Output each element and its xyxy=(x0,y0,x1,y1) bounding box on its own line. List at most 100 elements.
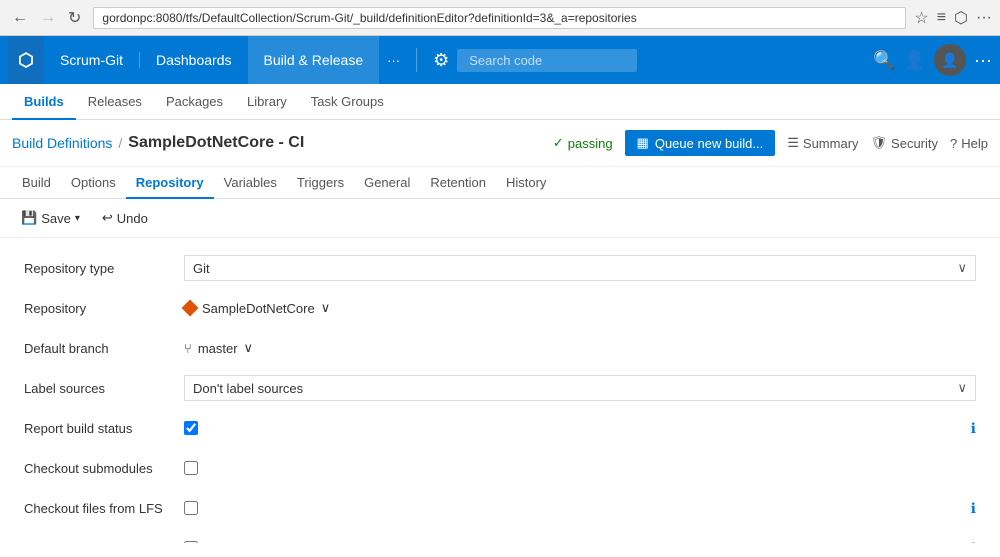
shield-icon: 🛡 xyxy=(871,135,888,151)
default-branch-label: Default branch xyxy=(24,341,184,356)
repo-type-label: Repository type xyxy=(24,261,184,276)
queue-icon: ▦ xyxy=(637,135,649,151)
def-tab-retention[interactable]: Retention xyxy=(420,167,496,199)
check-icon: ✓ xyxy=(553,135,564,151)
undo-button[interactable]: ↩ Undo xyxy=(93,205,157,231)
org-name[interactable]: Scrum-Git xyxy=(44,52,140,68)
branch-icon: ⑂ xyxy=(184,341,192,356)
branch-value-display[interactable]: ⑂ master ∨ xyxy=(184,340,976,356)
nav-more[interactable]: ··· xyxy=(379,53,408,68)
search-input[interactable] xyxy=(457,49,637,72)
queue-label: Queue new build... xyxy=(655,136,763,151)
browser-nav: ← → ↻ xyxy=(8,6,85,30)
report-build-label: Report build status xyxy=(24,421,184,436)
save-arrow-icon: ▾ xyxy=(75,213,80,224)
dont-sync-row: Don't sync sources ℹ xyxy=(24,534,976,543)
browser-bar: ← → ↻ gordonpc:8080/tfs/DefaultCollectio… xyxy=(0,0,1000,36)
top-more-icon[interactable]: ··· xyxy=(974,50,992,71)
checkout-lfs-info-icon[interactable]: ℹ xyxy=(971,500,976,517)
url-text: gordonpc:8080/tfs/DefaultCollection/Scru… xyxy=(102,11,636,25)
repository-name: SampleDotNetCore xyxy=(202,301,315,316)
def-tab-build[interactable]: Build xyxy=(12,167,61,199)
queue-build-button[interactable]: ▦ Queue new build... xyxy=(625,130,776,156)
summary-link[interactable]: ☰ Summary xyxy=(787,135,858,151)
label-sources-value: Don't label sources xyxy=(193,381,303,396)
save-icon: 💾 xyxy=(21,210,37,226)
repo-dropdown-icon: ∨ xyxy=(321,300,331,316)
label-sources-arrow-icon: ∨ xyxy=(957,380,967,396)
default-branch-control: ⑂ master ∨ xyxy=(184,340,976,356)
label-sources-control: Don't label sources ∨ xyxy=(184,375,976,401)
forward-button[interactable]: → xyxy=(36,7,60,29)
right-icons: 🔍 👤 👤 ··· xyxy=(873,44,992,76)
address-bar[interactable]: gordonpc:8080/tfs/DefaultCollection/Scru… xyxy=(93,7,906,29)
menu-icon[interactable]: ≡ xyxy=(937,9,946,27)
page-title: SampleDotNetCore - CI xyxy=(128,134,304,152)
tab-packages[interactable]: Packages xyxy=(154,84,235,120)
def-tab-variables[interactable]: Variables xyxy=(214,167,287,199)
checkout-submodules-checkbox[interactable] xyxy=(184,461,198,475)
nav-build-release[interactable]: Build & Release xyxy=(248,36,380,84)
logo: ⬡ xyxy=(8,36,44,84)
bookmark-icon[interactable]: ☆ xyxy=(914,8,928,28)
nav-links: Dashboards Build & Release ··· xyxy=(140,36,408,84)
checkout-lfs-label: Checkout files from LFS xyxy=(24,501,184,516)
dont-sync-checkbox[interactable] xyxy=(184,541,198,543)
undo-label: Undo xyxy=(117,211,148,226)
def-tab-history[interactable]: History xyxy=(496,167,556,199)
repository-row: Repository SampleDotNetCore ∨ xyxy=(24,294,976,322)
label-sources-label: Label sources xyxy=(24,381,184,396)
def-tab-general[interactable]: General xyxy=(354,167,420,199)
breadcrumb-separator: / xyxy=(118,135,122,151)
report-build-info-icon[interactable]: ℹ xyxy=(971,420,976,437)
tab-releases[interactable]: Releases xyxy=(76,84,154,120)
refresh-button[interactable]: ↻ xyxy=(64,6,85,30)
tab-builds[interactable]: Builds xyxy=(12,84,76,120)
sub-nav: Builds Releases Packages Library Task Gr… xyxy=(0,84,1000,120)
user-icon[interactable]: 👤 xyxy=(904,50,926,71)
label-sources-select[interactable]: Don't label sources ∨ xyxy=(184,375,976,401)
security-link[interactable]: 🛡 Security xyxy=(871,135,938,151)
browser-icons: ☆ ≡ ⬡ ··· xyxy=(914,8,992,28)
repository-control: SampleDotNetCore ∨ xyxy=(184,300,976,316)
share-icon[interactable]: ⬡ xyxy=(954,8,968,28)
nav-dashboards[interactable]: Dashboards xyxy=(140,36,248,84)
repo-type-control: Git ∨ xyxy=(184,255,976,281)
back-button[interactable]: ← xyxy=(8,7,32,29)
def-tab-repository[interactable]: Repository xyxy=(126,167,214,199)
repository-value-display[interactable]: SampleDotNetCore ∨ xyxy=(184,300,976,316)
toolbar: 💾 Save ▾ ↩ Undo xyxy=(0,199,1000,238)
search-icon[interactable]: 🔍 xyxy=(873,50,895,71)
logo-icon: ⬡ xyxy=(18,50,34,71)
settings-icon[interactable]: ⚙ xyxy=(425,50,457,71)
checkout-lfs-checkbox[interactable] xyxy=(184,501,198,515)
page-header: Build Definitions / SampleDotNetCore - C… xyxy=(0,120,1000,167)
help-icon: ? xyxy=(950,136,957,151)
label-sources-row: Label sources Don't label sources ∨ xyxy=(24,374,976,402)
breadcrumb: Build Definitions / SampleDotNetCore - C… xyxy=(12,134,304,152)
repo-diamond-icon xyxy=(182,300,199,317)
form-content: Repository type Git ∨ Repository SampleD… xyxy=(0,238,1000,543)
tab-task-groups[interactable]: Task Groups xyxy=(299,84,396,120)
help-link[interactable]: ? Help xyxy=(950,136,988,151)
avatar[interactable]: 👤 xyxy=(934,44,966,76)
top-nav: ⬡ Scrum-Git Dashboards Build & Release ·… xyxy=(0,36,1000,84)
def-tabs: Build Options Repository Variables Trigg… xyxy=(0,167,1000,199)
checkout-submodules-control xyxy=(184,461,976,475)
def-tab-options[interactable]: Options xyxy=(61,167,126,199)
repo-type-value: Git xyxy=(193,261,210,276)
tab-library[interactable]: Library xyxy=(235,84,299,120)
summary-icon: ☰ xyxy=(787,135,799,151)
checkout-lfs-control xyxy=(184,501,963,515)
dont-sync-info-icon[interactable]: ℹ xyxy=(971,540,976,544)
report-build-checkbox[interactable] xyxy=(184,421,198,435)
repo-type-select[interactable]: Git ∨ xyxy=(184,255,976,281)
def-tab-triggers[interactable]: Triggers xyxy=(287,167,354,199)
breadcrumb-link[interactable]: Build Definitions xyxy=(12,135,112,151)
checkout-lfs-row: Checkout files from LFS ℹ xyxy=(24,494,976,522)
branch-dropdown-icon: ∨ xyxy=(244,340,254,356)
help-label: Help xyxy=(961,136,988,151)
save-label: Save xyxy=(41,211,71,226)
save-button[interactable]: 💾 Save ▾ xyxy=(12,205,89,231)
more-icon[interactable]: ··· xyxy=(976,9,992,27)
